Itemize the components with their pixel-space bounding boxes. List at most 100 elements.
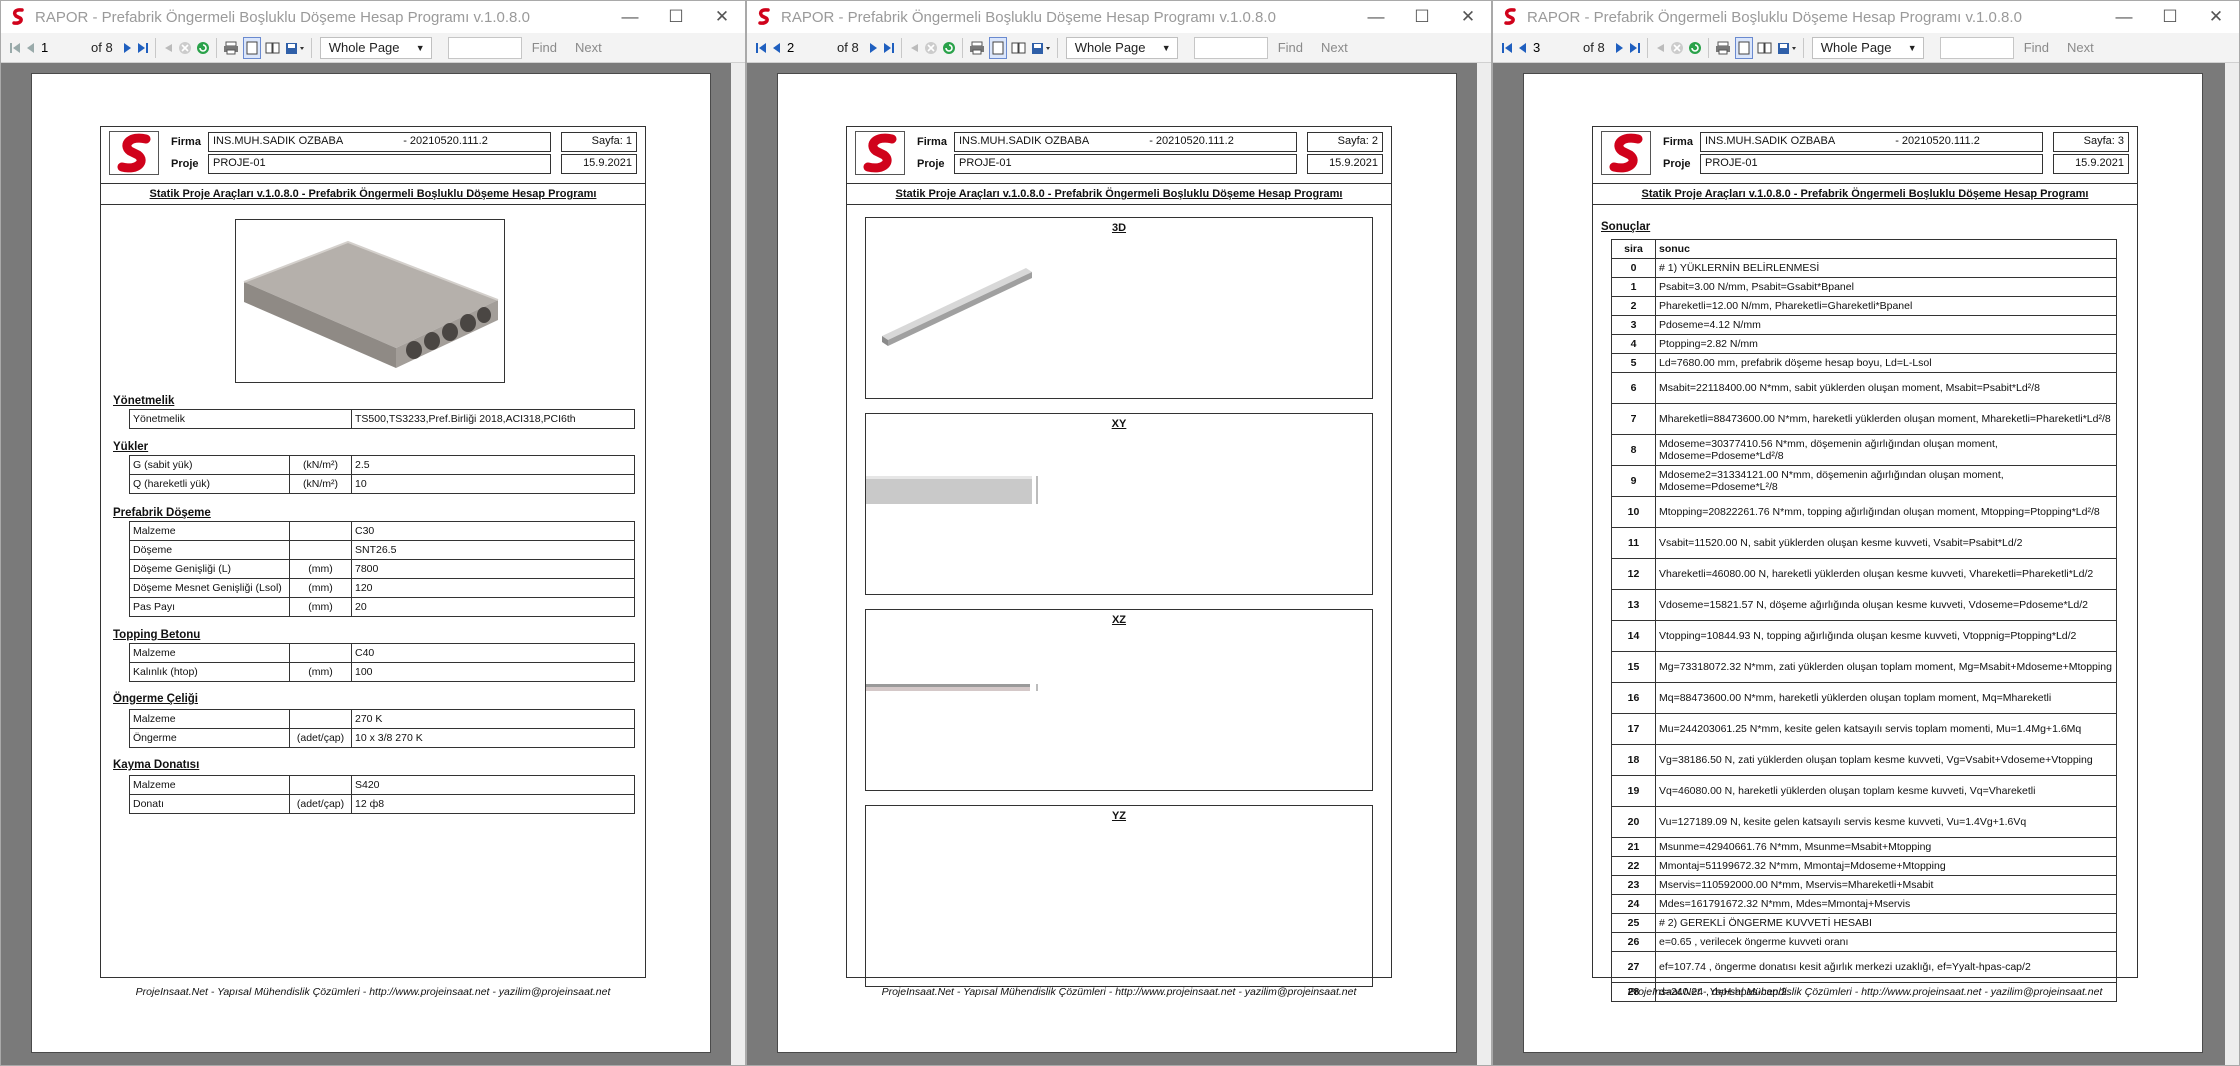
next-link[interactable]: Next (1321, 40, 1348, 55)
row-name: Öngerme (129, 728, 290, 748)
firma-label: Firma (917, 136, 947, 148)
page-setup-icon[interactable] (265, 37, 281, 59)
page-setup-icon[interactable] (1011, 37, 1027, 59)
view-panel-xy: XY (865, 413, 1373, 595)
export-icon[interactable] (1031, 37, 1051, 59)
print-icon[interactable] (223, 37, 239, 59)
stop-icon[interactable] (1670, 37, 1684, 59)
minimize-icon[interactable]: — (1353, 1, 1399, 33)
row-result: Vdoseme=15821.57 N, döşeme ağırlığında o… (1655, 589, 2117, 621)
celik-heading: Öngerme Çeliği (113, 693, 198, 705)
row-value: S420 (351, 775, 635, 795)
back-icon[interactable] (908, 37, 920, 59)
refresh-icon[interactable] (1688, 37, 1702, 59)
row-name: Malzeme (129, 521, 290, 541)
table-row: 25 # 2) GEREKLİ ÖNGERME KUVVETİ HESABI (1611, 913, 2117, 933)
row-value: TS500,TS3233,Pref.Birliği 2018,ACI318,PC… (351, 409, 635, 429)
print-icon[interactable] (969, 37, 985, 59)
stop-icon[interactable] (178, 37, 192, 59)
table-row: 6 Msabit=22118400.00 N*mm, sabit yüklerde… (1611, 372, 2117, 404)
table-row: 10 Mtopping=20822261.76 N*mm, topping ağı… (1611, 496, 2117, 528)
print-layout-icon[interactable] (988, 36, 1007, 59)
page-number-input[interactable] (1529, 37, 1559, 58)
report-toolbar: of 8 Whole Page ▼ Find Next (1493, 33, 2239, 63)
find-link[interactable]: Find (2024, 40, 2049, 55)
export-icon[interactable] (285, 37, 305, 59)
row-result: Msunme=42940661.76 N*mm, Msunme=Msabit+M… (1655, 837, 2117, 857)
report-header: Firma Proje INS.MUH.SADIK OZBABA - 202105… (109, 127, 637, 177)
row-value: C30 (351, 521, 635, 541)
row-result: ef=107.74 , öngerme donatısı kesit ağırl… (1655, 951, 2117, 983)
row-unit (289, 775, 352, 795)
next-page-icon[interactable] (1615, 37, 1625, 59)
next-link[interactable]: Next (575, 40, 602, 55)
report-date: 15.9.2021 (1307, 154, 1383, 174)
zoom-select[interactable]: Whole Page ▼ (319, 36, 432, 59)
kayma-heading: Kayma Donatısı (113, 759, 200, 771)
slab-image-frame (235, 219, 505, 383)
minimize-icon[interactable]: — (2101, 1, 2147, 33)
separator (1056, 37, 1058, 58)
minimize-icon[interactable]: — (607, 1, 653, 33)
maximize-icon[interactable]: ☐ (1399, 1, 1445, 33)
vertical-scrollbar[interactable] (731, 63, 745, 1065)
first-page-icon[interactable] (9, 37, 21, 59)
maximize-icon[interactable]: ☐ (653, 1, 699, 33)
find-link[interactable]: Find (1278, 40, 1303, 55)
previous-page-icon[interactable] (1517, 37, 1527, 59)
find-input[interactable] (1939, 36, 2014, 59)
stop-icon[interactable] (924, 37, 938, 59)
first-page-icon[interactable] (755, 37, 767, 59)
previous-page-icon[interactable] (771, 37, 781, 59)
next-link[interactable]: Next (2067, 40, 2094, 55)
next-page-icon[interactable] (869, 37, 879, 59)
page-number-input[interactable] (783, 37, 813, 58)
close-icon[interactable]: ✕ (1445, 1, 1491, 33)
refresh-icon[interactable] (196, 37, 210, 59)
table-row: Yönetmelik TS500,TS3233,Pref.Birliği 2018… (129, 409, 635, 429)
vertical-scrollbar[interactable] (2225, 63, 2239, 1065)
find-link[interactable]: Find (532, 40, 557, 55)
vertical-scrollbar[interactable] (1477, 63, 1491, 1065)
report-footer: ProjeInsaat.Net - Yapısal Mühendislik Çö… (881, 986, 1357, 998)
refresh-icon[interactable] (942, 37, 956, 59)
close-icon[interactable]: ✕ (699, 1, 745, 33)
maximize-icon[interactable]: ☐ (2147, 1, 2193, 33)
previous-page-icon[interactable] (25, 37, 35, 59)
page-number-input[interactable] (37, 37, 67, 58)
print-icon[interactable] (1715, 37, 1731, 59)
row-result: Mdes=161791672.32 N*mm, Mdes=Mmontaj+Mse… (1655, 894, 2117, 914)
company-logo-icon (109, 131, 159, 175)
export-icon[interactable] (1777, 37, 1797, 59)
back-icon[interactable] (162, 37, 174, 59)
row-index: 3 (1611, 315, 1656, 335)
last-page-icon[interactable] (137, 37, 149, 59)
find-input[interactable] (1193, 36, 1268, 59)
row-result: Mhareketli=88473600.00 N*mm, hareketli y… (1655, 403, 2117, 435)
firma-value: INS.MUH.SADIK OZBABA - 20210520.111.2 (208, 132, 551, 152)
row-index: 9 (1611, 465, 1656, 497)
first-page-icon[interactable] (1501, 37, 1513, 59)
find-input[interactable] (447, 36, 522, 59)
last-page-icon[interactable] (1629, 37, 1641, 59)
row-result: Vhareketli=46080.00 N, hareketli yüklerd… (1655, 558, 2117, 590)
zoom-select[interactable]: Whole Page ▼ (1811, 36, 1924, 59)
print-layout-icon[interactable] (242, 36, 261, 59)
print-layout-icon[interactable] (1734, 36, 1753, 59)
last-page-icon[interactable] (883, 37, 895, 59)
table-row: 26 e=0.65 , verilecek öngerme kuvveti ora… (1611, 932, 2117, 952)
title-bar: RAPOR - Prefabrik Öngermeli Boşluklu Döş… (1493, 1, 2239, 33)
row-unit: (kN/m²) (289, 455, 352, 475)
page-setup-icon[interactable] (1757, 37, 1773, 59)
table-row: 17 Mu=244203061.25 N*mm, kesite gelen kat… (1611, 713, 2117, 745)
slab-xy-view (866, 476, 1038, 504)
report-page-1: Firma Proje INS.MUH.SADIK OZBABA - 202105… (31, 73, 711, 1053)
proje-value: PROJE-01 (208, 154, 551, 174)
table-row: 5 Ld=7680.00 mm, prefabrik döşeme hesap b… (1611, 353, 2117, 373)
table-row: G (sabit yük) (kN/m²) 2.5 (129, 455, 635, 475)
zoom-select[interactable]: Whole Page ▼ (1065, 36, 1178, 59)
row-result: Phareketli=12.00 N/mm, Phareketli=Gharek… (1655, 296, 2117, 316)
back-icon[interactable] (1654, 37, 1666, 59)
next-page-icon[interactable] (123, 37, 133, 59)
close-icon[interactable]: ✕ (2193, 1, 2239, 33)
